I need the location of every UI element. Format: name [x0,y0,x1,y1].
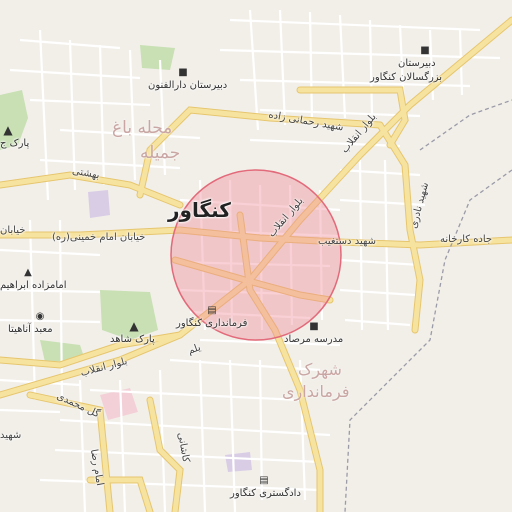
court-building-icon[interactable]: ▤ [258,474,270,486]
map-canvas[interactable]: محله باغ جمیله شهرک فرمانداری کنگاور بلو… [0,0,512,512]
school-icon[interactable]: ■ [177,66,189,78]
poi-label-park-shahed[interactable]: پارک شاهد [110,334,155,345]
shrine-icon[interactable]: ▲ [22,266,34,278]
city-label[interactable]: کنگاور [168,198,231,222]
area-label-shahrak-1: شهرک [298,360,342,379]
road-label-khiaban-left: خیابان [0,225,26,236]
poi-label-anahita[interactable]: معبد آناهیتا [8,324,53,335]
school-icon[interactable]: ■ [308,320,320,332]
poi-label-dadgostari[interactable]: دادگستری کنگاور [230,488,301,499]
district-boundary-top [419,99,512,151]
road-label-dastgheib: شهید دستغیب [318,236,376,247]
poi-label-bozorgsalan-1[interactable]: دبیرستان [398,58,436,69]
road-label-jadeh-karkhaneh: جاده کارخانه [440,234,493,245]
road-label-imam-khomeini: خیابان امام خمینی(ره) [52,232,146,243]
road-label-shahid-left: شهید [0,430,22,441]
area-label-shahrak-2: فرمانداری [282,382,350,401]
poi-label-mersad[interactable]: مدرسه مرصاد [284,334,343,345]
district-boundary [344,169,512,512]
tree-icon[interactable]: ▲ [2,123,14,137]
government-building-icon[interactable]: ▤ [206,304,218,316]
tree-icon[interactable]: ▲ [128,319,140,333]
search-radius-circle[interactable] [170,169,342,341]
poi-label-bozorgsalan-2[interactable]: بزرگسالان کنگاور [370,72,442,83]
poi-label-farmandari[interactable]: فرمانداری کنگاور [176,318,247,329]
camera-icon[interactable]: ◉ [34,310,46,322]
area-label-bagh-jamileh-1: محله باغ [112,118,173,138]
area-label-bagh-jamileh-2: جمیله [140,143,181,163]
poi-label-darolfonun[interactable]: دبیرستان دارالفنون [148,80,227,91]
poi-label-emamzadeh[interactable]: امامزاده ابراهیم [0,280,67,291]
school-icon[interactable]: ■ [419,44,431,56]
poi-label-park-jamileh[interactable]: پارک ج [0,138,29,149]
